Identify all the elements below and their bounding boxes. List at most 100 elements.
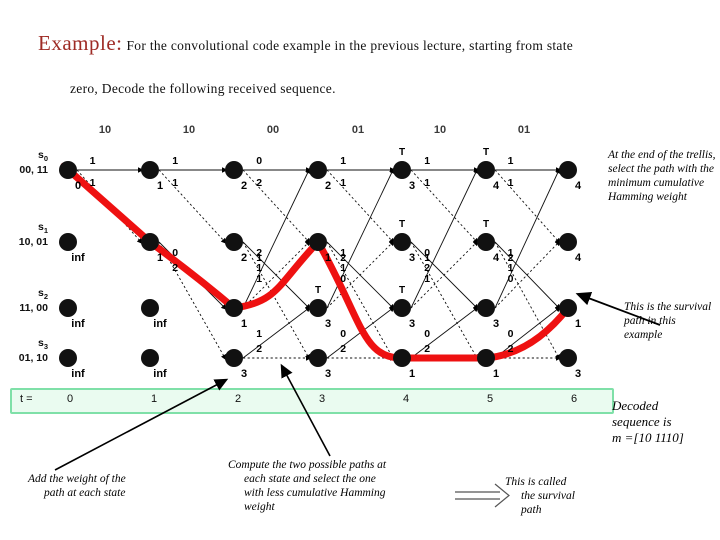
state-metric-t6-s2: 1 <box>574 318 582 330</box>
called-line-2: the survival <box>521 490 575 502</box>
state-metric-t3-s3: 3 <box>324 368 332 380</box>
note-called-survival-path: This is called the survival path <box>505 475 615 517</box>
time-tick-3: 3 <box>318 393 326 405</box>
branch-weight-t2-7: 2 <box>256 343 263 355</box>
branch-weight-t4-6: 0 <box>424 328 431 340</box>
state-metric-t1-s0: 1 <box>156 180 164 192</box>
trellis-edges <box>76 167 562 361</box>
note-compute-paths: Compute the two possible paths at each s… <box>228 458 443 514</box>
branch-weight-t4-4: 1 <box>424 251 431 264</box>
state-metric-t2-s2: 1 <box>240 318 248 330</box>
branch-weight-t4-1: 1 <box>424 176 431 189</box>
state-metric-t5-s0: 4 <box>492 180 500 192</box>
branch-weight-t2-1: 2 <box>256 176 263 189</box>
tie-marker-4: T <box>482 147 490 158</box>
branch-weight-t3-3: 1 <box>340 261 347 274</box>
state-metric-t0-s3: inf <box>71 368 85 380</box>
branch-weight-t3-1: 1 <box>340 176 347 189</box>
branch-weight-t1-3: 2 <box>172 261 179 274</box>
add-weight-line-1: Add the weight of the <box>28 473 126 485</box>
branch-weight-t3-6: 0 <box>340 328 347 340</box>
branch-weight-t4-7: 2 <box>424 343 431 355</box>
branch-weight-t0-1: 1 <box>89 176 96 189</box>
time-tick-0: 0 <box>66 393 74 405</box>
state-metric-t3-s1: 1 <box>324 252 332 264</box>
state-metric-t2-s1: 2 <box>240 252 248 264</box>
compute-line-1: Compute the two possible paths at <box>228 459 387 471</box>
state-metric-t3-s2: 3 <box>324 318 332 330</box>
branch-weight-t4-3: 2 <box>424 261 431 274</box>
compute-line-3: with less cumulative Hamming <box>244 487 386 499</box>
branch-weight-t5-5: 0 <box>507 273 514 286</box>
state-metric-t4-s2: 3 <box>408 318 416 330</box>
tie-marker-1: T <box>398 219 406 230</box>
branch-weight-t5-7: 2 <box>507 343 514 355</box>
state-metric-t5-s3: 1 <box>492 368 500 380</box>
time-tick-2: 2 <box>234 393 242 405</box>
state-metric-t6-s0: 4 <box>574 180 582 192</box>
branch-weight-t5-6: 0 <box>507 328 514 340</box>
tie-marker-3: T <box>314 285 322 296</box>
time-tick-6: 6 <box>570 393 578 405</box>
branch-weight-t5-1: 1 <box>507 176 514 189</box>
example-keyword: Example: <box>38 31 123 55</box>
time-axis-label: t = <box>20 393 33 405</box>
branch-weight-t0-0: 1 <box>89 155 96 167</box>
state-metric-t5-s2: 3 <box>492 318 500 330</box>
add-weight-line-2: path at each state <box>44 487 126 499</box>
header-line-1: Example: For the convolutional code exam… <box>38 28 698 61</box>
branch-weight-t4-0: 1 <box>424 155 431 167</box>
branch-weight-t2-6: 1 <box>256 328 263 340</box>
header-text-2: zero, Decode the following received sequ… <box>70 81 336 96</box>
state-metric-t0-s2: inf <box>71 318 85 330</box>
branch-weight-t4-5: 1 <box>424 273 431 286</box>
tie-marker-0: T <box>398 147 406 158</box>
branch-weight-t3-4: 2 <box>340 251 347 264</box>
time-tick-1: 1 <box>150 393 158 405</box>
branch-weight-t1-0: 1 <box>172 155 179 167</box>
branch-weight-t1-2: 0 <box>172 246 179 259</box>
called-line-1: This is called <box>505 476 567 488</box>
branch-weight-t1-1: 1 <box>172 176 179 189</box>
branch-weight-t2-3: 1 <box>256 261 263 274</box>
note-decoded-sequence: Decoded sequence is m =[10 1110] <box>612 398 720 446</box>
decoded-line-1: Decoded <box>612 398 659 413</box>
decoded-line-3: m =[10 1110] <box>612 430 684 445</box>
time-tick-5: 5 <box>486 393 494 405</box>
state-metric-t5-s1: 4 <box>492 252 500 264</box>
note-add-weight: Add the weight of the path at each state <box>28 472 193 500</box>
state-metric-t6-s1: 4 <box>574 252 582 264</box>
branch-weight-t3-0: 1 <box>340 155 347 167</box>
tie-marker-2: T <box>398 285 406 296</box>
time-axis: t = 0 1 2 3 4 5 6 <box>10 388 614 414</box>
called-line-3: path <box>521 504 542 516</box>
note-survival-path: This is the survival path in this exampl… <box>624 301 712 341</box>
decoded-line-2: sequence is <box>612 414 672 429</box>
branch-weight-t5-4: 2 <box>507 251 514 264</box>
tie-marker-5: T <box>482 219 490 230</box>
trellis-nodes <box>59 161 577 367</box>
header-line-2: zero, Decode the following received sequ… <box>70 74 336 104</box>
state-metric-t2-s0: 2 <box>240 180 248 192</box>
state-metric-t6-s3: 3 <box>574 368 582 380</box>
state-metric-t1-s2: inf <box>153 318 167 330</box>
branch-weight-t3-7: 2 <box>340 343 347 355</box>
compute-line-2: each state and select the one <box>244 473 376 485</box>
note-end-of-trellis: At the end of the trellis, select the pa… <box>608 149 716 203</box>
branch-weight-t3-5: 0 <box>340 273 347 286</box>
state-metric-t1-s3: inf <box>153 368 167 380</box>
state-metric-t0-s0: 0 <box>74 180 82 192</box>
branch-weight-t2-5: 1 <box>256 273 263 286</box>
branch-weight-t5-3: 1 <box>507 261 514 274</box>
state-metric-t2-s3: 3 <box>240 368 248 380</box>
state-metric-t3-s0: 2 <box>324 180 332 192</box>
header-text: For the convolutional code example in th… <box>126 38 574 53</box>
state-metric-t4-s3: 1 <box>408 368 416 380</box>
state-metric-t1-s1: 1 <box>156 252 164 264</box>
compute-line-4: weight <box>244 501 275 513</box>
state-metric-t4-s1: 3 <box>408 252 416 264</box>
slide-header: Example: For the convolutional code exam… <box>38 28 698 96</box>
branch-weight-t2-0: 0 <box>256 155 263 167</box>
branch-weight-t5-0: 1 <box>507 155 514 167</box>
branch-weight-t2-4: 1 <box>256 251 263 264</box>
